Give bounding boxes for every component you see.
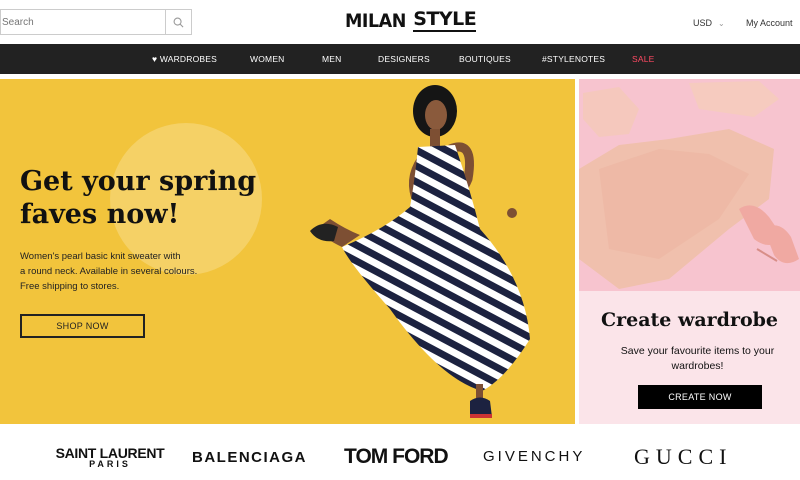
search-box	[0, 9, 192, 35]
brand-gucci[interactable]: GUCCI	[634, 444, 732, 470]
search-icon	[173, 17, 184, 27]
shop-now-button[interactable]: SHOP NOW	[20, 314, 145, 338]
hero-title: Get your spring faves now!	[20, 166, 257, 230]
logo-text-milan: MILAN	[345, 10, 406, 32]
hero-banner: Get your spring faves now! Women's pearl…	[0, 79, 575, 424]
currency-selector[interactable]: USD ⌄	[693, 18, 725, 28]
chevron-down-icon: ⌄	[718, 19, 725, 28]
logo-text-style: STYLE	[413, 8, 477, 32]
search-input[interactable]	[1, 10, 165, 34]
nav-item-boutiques[interactable]: BOUTIQUES	[459, 54, 511, 64]
nav-item-sale[interactable]: SALE	[632, 54, 655, 64]
nav-item-stylenotes[interactable]: #STYLENOTES	[542, 54, 605, 64]
promo-title: Create wardrobe	[600, 309, 779, 331]
brand-tom-ford[interactable]: TOM FORD	[344, 445, 449, 469]
create-now-button[interactable]: CREATE NOW	[638, 385, 762, 409]
hero-description-line: Free shipping to stores.	[20, 281, 120, 292]
nav-label-wardrobes: WARDROBES	[159, 54, 218, 64]
brand-saint-laurent[interactable]: SAINT LAURENT PARIS	[53, 445, 167, 469]
side-promo: Create wardrobe Save your favourite item…	[579, 79, 800, 424]
hero-description-line: a round neck. Available in several colou…	[20, 266, 198, 277]
brand-givenchy[interactable]: GIVENCHY	[483, 448, 585, 465]
currency-label: USD	[693, 18, 713, 28]
nav-item-wardrobes[interactable]: ♥ WARDROBES	[152, 54, 217, 64]
top-header: MILAN STYLE USD ⌄ My Account	[0, 0, 800, 44]
main-nav: ♥ WARDROBES WOMEN MEN DESIGNERS BOUTIQUE…	[0, 44, 800, 74]
model-image	[310, 85, 530, 418]
promo-description: Save your favourite items to your wardro…	[620, 345, 775, 372]
search-button[interactable]	[165, 10, 191, 34]
hero-description-line: Women's pearl basic knit sweater with	[20, 251, 181, 262]
hero-description: Women's pearl basic knit sweater with a …	[20, 249, 250, 294]
my-account-link[interactable]: My Account	[746, 18, 793, 28]
brand-balenciaga[interactable]: BALENCIAGA	[192, 449, 307, 466]
site-logo[interactable]: MILAN STYLE	[345, 8, 477, 32]
nav-item-designers[interactable]: DESIGNERS	[378, 54, 430, 64]
nav-item-women[interactable]: WOMEN	[250, 54, 285, 64]
heart-icon: ♥	[152, 54, 158, 64]
nav-item-men[interactable]: MEN	[322, 54, 342, 64]
brand-strip: SAINT LAURENT PARIS BALENCIAGA TOM FORD …	[0, 430, 800, 480]
